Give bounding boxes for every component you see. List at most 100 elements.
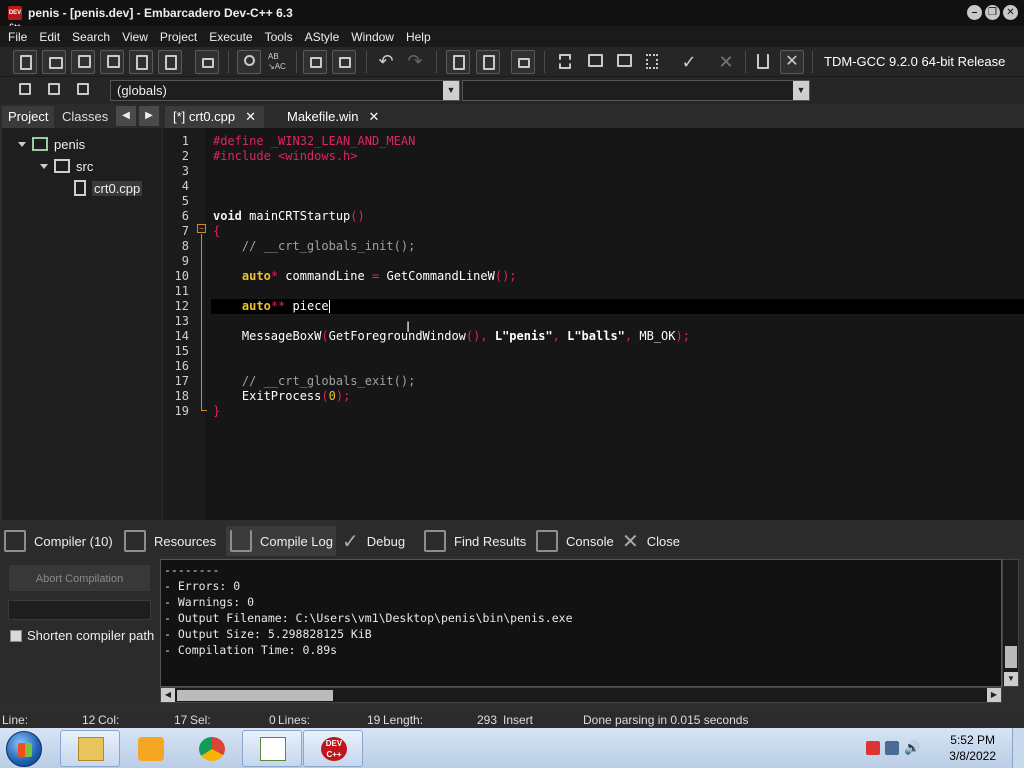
chevron-down-icon[interactable]: ▼ xyxy=(443,81,459,100)
run-icon[interactable] xyxy=(582,50,606,74)
close-all-icon[interactable] xyxy=(158,50,182,74)
expand-icon[interactable] xyxy=(40,163,48,169)
replace-icon[interactable]: AB ↘AC xyxy=(266,50,290,74)
bookmark-icon[interactable] xyxy=(42,79,66,103)
code-line[interactable]: ExitProcess(0); xyxy=(213,389,350,404)
find-icon[interactable] xyxy=(237,50,261,74)
chevron-down-icon[interactable]: ▼ xyxy=(1004,672,1018,686)
close-icon[interactable]: ✕ xyxy=(369,109,380,124)
code-line[interactable]: // __crt_globals_exit(); xyxy=(213,374,415,389)
log-horizontal-scrollbar[interactable]: ◀ ▶ xyxy=(160,687,1002,703)
clock[interactable]: 5:52 PM 3/8/2022 xyxy=(949,732,996,764)
chevron-down-icon[interactable]: ▼ xyxy=(793,81,809,100)
code-line[interactable]: MessageBoxW(GetForegroundWindow(), L"pen… xyxy=(213,329,690,344)
tab-compile-log[interactable]: Compile Log xyxy=(226,526,336,556)
indent-icon[interactable] xyxy=(303,50,327,74)
explorer-icon[interactable] xyxy=(60,730,120,767)
close-button[interactable]: ✕ xyxy=(1003,5,1018,20)
unindent-icon[interactable] xyxy=(332,50,356,74)
show-desktop-button[interactable] xyxy=(1012,728,1024,768)
chevron-left-icon[interactable]: ◀ xyxy=(161,688,175,702)
open-icon[interactable] xyxy=(42,50,66,74)
bookmarks-icon[interactable] xyxy=(71,79,95,103)
chart-icon[interactable] xyxy=(751,50,775,74)
start-button[interactable] xyxy=(6,731,42,767)
menu-astyle[interactable]: AStyle xyxy=(299,30,346,44)
goto-icon[interactable] xyxy=(13,79,37,103)
chevron-right-icon[interactable]: ▶ xyxy=(987,688,1001,702)
notepad-icon[interactable] xyxy=(242,730,302,767)
flag-icon[interactable] xyxy=(866,741,880,755)
save-icon[interactable] xyxy=(71,50,95,74)
delete-icon[interactable]: ✕ xyxy=(780,50,804,74)
stop-icon[interactable]: ✕ xyxy=(714,50,738,74)
shorten-path-checkbox[interactable]: Shorten compiler path xyxy=(10,628,154,643)
chevron-left-icon[interactable]: ◀ xyxy=(116,106,136,126)
scroll-thumb[interactable] xyxy=(177,690,333,701)
new-class-icon[interactable] xyxy=(446,50,470,74)
new-file-icon[interactable] xyxy=(13,50,37,74)
tab-console[interactable]: Console xyxy=(532,526,616,556)
scroll-thumb[interactable] xyxy=(1005,646,1017,668)
devcpp-app-icon[interactable]: DEV C++ xyxy=(8,6,22,30)
checkbox-icon[interactable] xyxy=(10,629,22,642)
tab-find-results[interactable]: Find Results xyxy=(420,526,530,556)
menu-project[interactable]: Project xyxy=(154,30,203,44)
code-line[interactable]: auto** piece xyxy=(213,299,330,314)
menu-view[interactable]: View xyxy=(116,30,154,44)
menu-search[interactable]: Search xyxy=(66,30,116,44)
media-player-icon[interactable] xyxy=(120,730,180,767)
tab-compiler[interactable]: Compiler (10) xyxy=(0,526,118,556)
restore-button[interactable]: ❐ xyxy=(985,5,1000,20)
abort-compilation-button[interactable]: Abort Compilation xyxy=(8,564,151,592)
tab-crt0[interactable]: [*] crt0.cpp ✕ xyxy=(165,106,265,128)
compile-icon[interactable] xyxy=(553,50,577,74)
menu-help[interactable]: Help xyxy=(400,30,437,44)
tab-project[interactable]: Project xyxy=(2,106,55,128)
tab-makefile[interactable]: Makefile.win ✕ xyxy=(279,106,387,128)
save-all-icon[interactable] xyxy=(100,50,124,74)
code-line[interactable]: #include <windows.h> xyxy=(213,149,358,164)
tab-resources[interactable]: Resources xyxy=(120,526,224,556)
tab-close[interactable]: ✕ Close xyxy=(618,526,694,556)
print-icon[interactable] xyxy=(195,50,219,74)
compiler-select[interactable]: TDM-GCC 9.2.0 64-bit Release xyxy=(818,51,1018,73)
code-line[interactable]: void mainCRTStartup() xyxy=(213,209,365,224)
chrome-icon[interactable] xyxy=(181,730,241,767)
tab-classes[interactable]: Classes xyxy=(56,106,114,128)
code-line[interactable]: { xyxy=(213,224,220,239)
menu-window[interactable]: Window xyxy=(345,30,400,44)
scope-combo[interactable]: (globals) ▼ xyxy=(110,80,460,101)
tree-node-src[interactable]: src xyxy=(40,156,93,176)
expand-icon[interactable] xyxy=(18,141,26,147)
menu-edit[interactable]: Edit xyxy=(33,30,66,44)
undo-icon[interactable]: ↶ xyxy=(374,50,398,74)
menu-file[interactable]: File xyxy=(2,30,33,44)
devcpp-icon[interactable]: DEV C++ xyxy=(303,730,363,767)
new-member-icon[interactable] xyxy=(476,50,500,74)
minimize-button[interactable]: – xyxy=(967,5,982,20)
redo-icon[interactable]: ↷ xyxy=(403,50,427,74)
check-icon[interactable]: ✓ xyxy=(677,50,701,74)
close-file-icon[interactable] xyxy=(129,50,153,74)
chevron-right-icon[interactable]: ▶ xyxy=(139,106,159,126)
function-combo[interactable]: ▼ xyxy=(462,80,810,101)
volume-icon[interactable]: 🔊 xyxy=(904,741,920,755)
insert-icon[interactable] xyxy=(511,50,535,74)
code-line[interactable]: #define _WIN32_LEAN_AND_MEAN xyxy=(213,134,415,149)
tree-node-crt0[interactable]: crt0.cpp xyxy=(74,178,143,198)
code-line[interactable]: // __crt_globals_init(); xyxy=(213,239,415,254)
close-icon[interactable]: ✕ xyxy=(245,109,256,124)
tree-node-project[interactable]: penis xyxy=(18,134,85,154)
compile-log[interactable]: -------- - Errors: 0 - Warnings: 0 - Out… xyxy=(160,559,1002,687)
code-line[interactable]: auto* commandLine = GetCommandLineW(); xyxy=(213,269,517,284)
code-line[interactable]: } xyxy=(213,404,220,419)
rebuild-icon[interactable] xyxy=(640,50,664,74)
menu-execute[interactable]: Execute xyxy=(203,30,258,44)
compile-run-icon[interactable] xyxy=(611,50,635,74)
code-editor[interactable]: 1 2 3 4 5 6 7 8 9 10 11 12 13 14 15 16 17 18 19 − #define … xyxy=(163,128,1024,520)
network-icon[interactable] xyxy=(885,741,899,755)
fold-icon[interactable]: − xyxy=(197,224,206,233)
menu-tools[interactable]: Tools xyxy=(259,30,299,44)
log-vertical-scrollbar[interactable]: ▼ xyxy=(1002,559,1019,687)
